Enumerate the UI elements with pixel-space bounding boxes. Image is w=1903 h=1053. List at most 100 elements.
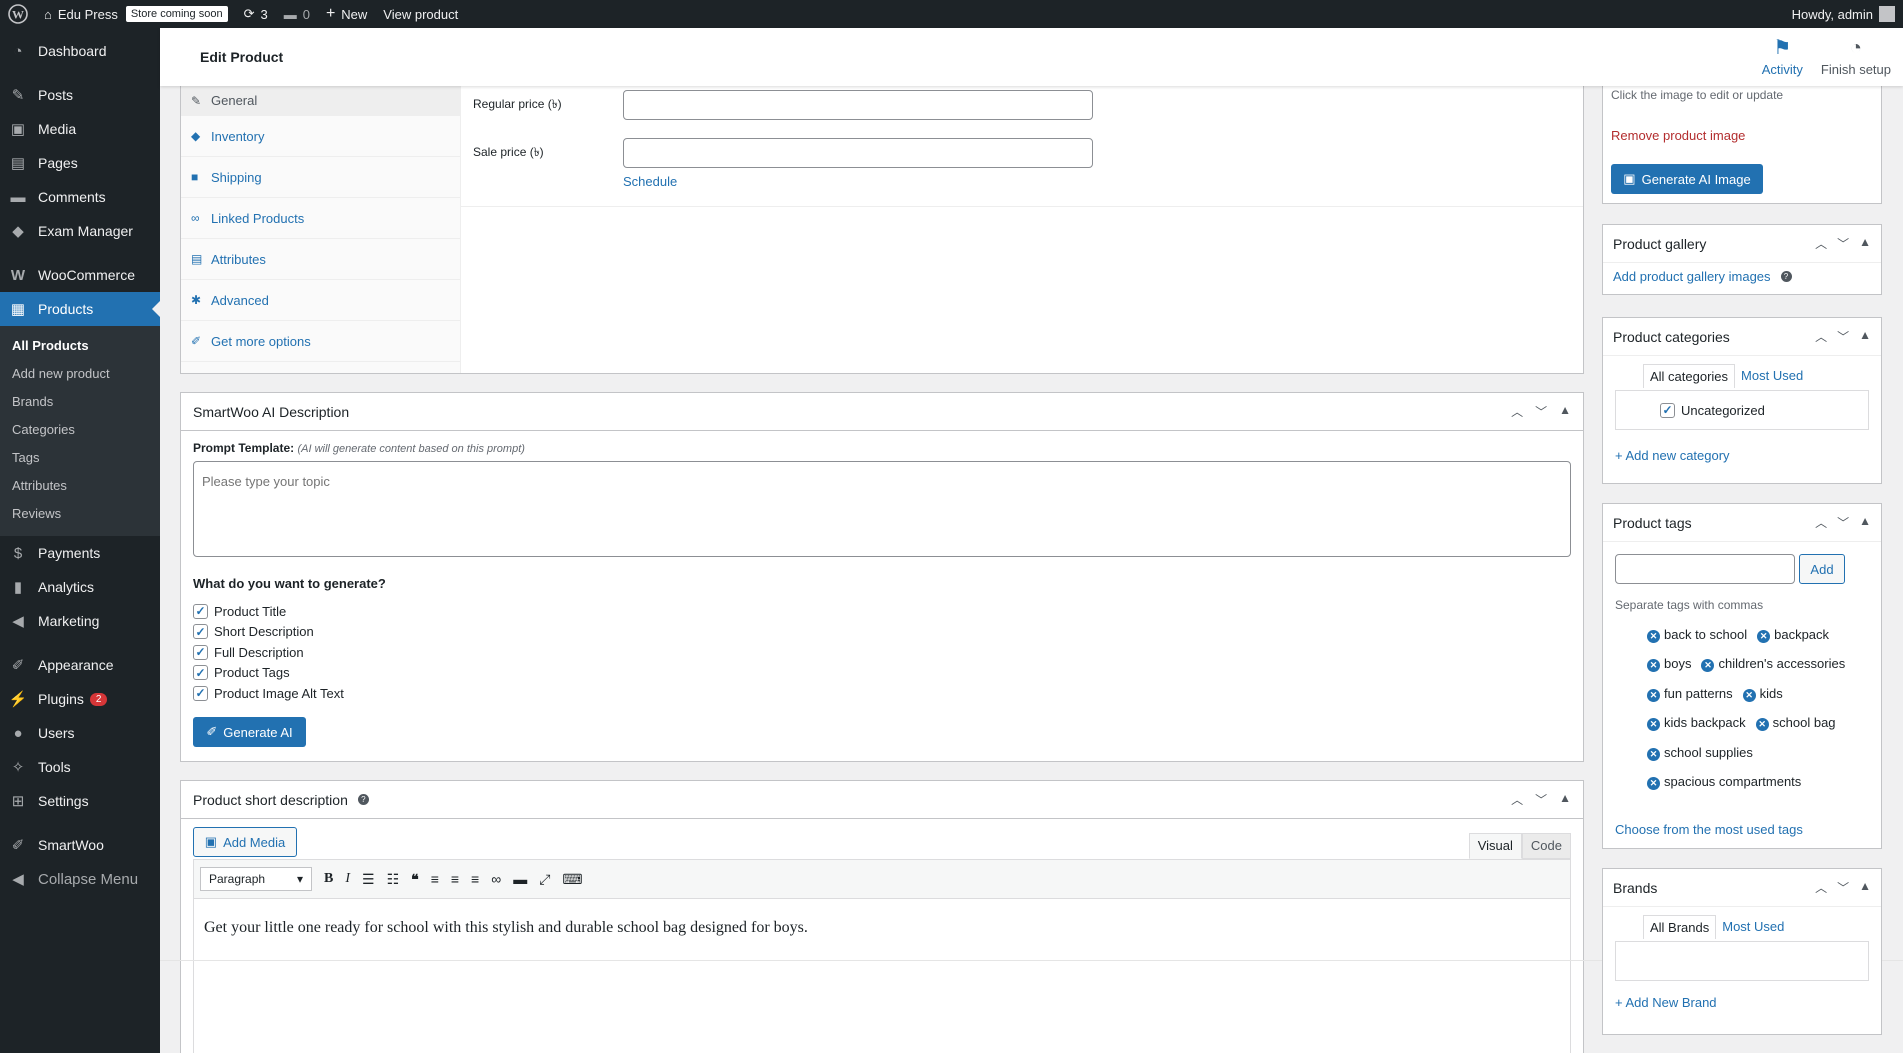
option-product-tags[interactable]: ✓ Product Tags <box>193 663 344 684</box>
site-name-link[interactable]: ⌂ Edu Press Store coming soon <box>36 0 236 28</box>
tab-most-used[interactable]: Most Used <box>1716 915 1790 939</box>
move-down-icon[interactable]: ﹀ <box>1837 879 1849 896</box>
sidebar-item-dashboard[interactable]: ◔ Dashboard <box>0 34 160 68</box>
toggle-panel-icon[interactable]: ▲ <box>1859 235 1871 252</box>
wordpress-logo-icon[interactable]: W <box>0 0 36 28</box>
sidebar-item-users[interactable]: ● Users <box>0 716 160 750</box>
remove-tag-icon[interactable]: ✕ <box>1757 629 1771 643</box>
sidebar-item-appearance[interactable]: ✐ Appearance <box>0 648 160 682</box>
toggle-panel-icon[interactable]: ▲ <box>1859 879 1871 896</box>
move-up-icon[interactable]: ︿ <box>1815 514 1827 531</box>
move-up-icon[interactable]: ︿ <box>1511 403 1523 420</box>
generate-ai-button[interactable]: ✐ Generate AI <box>193 717 306 747</box>
remove-tag-icon[interactable]: ✕ <box>1647 747 1660 761</box>
sidebar-item-marketing[interactable]: ◀ Marketing <box>0 604 160 638</box>
add-gallery-images-link[interactable]: Add product gallery images <box>1613 269 1771 284</box>
tag-input[interactable] <box>1615 554 1795 584</box>
submenu-reviews[interactable]: Reviews <box>0 500 160 528</box>
remove-tag-icon[interactable]: ✕ <box>1647 629 1660 643</box>
submenu-brands[interactable]: Brands <box>0 388 160 416</box>
submenu-all-products[interactable]: All Products <box>0 332 160 360</box>
sidebar-item-media[interactable]: ▣ Media <box>0 112 160 146</box>
remove-tag-icon[interactable]: ✕ <box>1647 718 1660 732</box>
move-down-icon[interactable]: ﹀ <box>1535 403 1547 420</box>
blockquote-icon[interactable]: ❝ <box>411 871 419 888</box>
view-product-link[interactable]: View product <box>375 0 466 28</box>
toggle-panel-icon[interactable]: ▲ <box>1859 328 1871 345</box>
submenu-add-new-product[interactable]: Add new product <box>0 360 160 388</box>
finish-setup-button[interactable]: ◔ Finish setup <box>1821 37 1891 77</box>
sale-price-input[interactable] <box>623 138 1093 168</box>
toggle-panel-icon[interactable]: ▲ <box>1559 403 1571 420</box>
toggle-panel-icon[interactable]: ▲ <box>1559 791 1571 808</box>
tab-code[interactable]: Code <box>1521 833 1571 859</box>
move-down-icon[interactable]: ﹀ <box>1837 514 1849 531</box>
checkbox-checked-icon[interactable]: ✓ <box>193 603 208 619</box>
tab-all-brands[interactable]: All Brands <box>1643 915 1717 939</box>
remove-tag-icon[interactable]: ✕ <box>1701 659 1715 673</box>
generate-ai-image-button[interactable]: ▣ Generate AI Image <box>1611 164 1763 194</box>
toggle-panel-icon[interactable]: ▲ <box>1859 514 1871 531</box>
sidebar-item-analytics[interactable]: ▮ Analytics <box>0 570 160 604</box>
collapse-menu-button[interactable]: ◀ Collapse Menu <box>0 862 160 896</box>
tab-get-more-options[interactable]: ✐ Get more options <box>181 321 460 362</box>
choose-tags-link[interactable]: Choose from the most used tags <box>1615 822 1803 837</box>
regular-price-input[interactable] <box>623 90 1093 120</box>
sidebar-item-tools[interactable]: ✧ Tools <box>0 750 160 784</box>
short-description-editor[interactable]: Get your little one ready for school wit… <box>193 899 1571 1053</box>
checkbox-checked-icon[interactable]: ✓ <box>193 685 208 701</box>
numbered-list-icon[interactable]: ☷ <box>387 871 400 888</box>
submenu-categories[interactable]: Categories <box>0 416 160 444</box>
sidebar-item-plugins[interactable]: ⚡ Plugins 2 <box>0 682 160 716</box>
tab-all-categories[interactable]: All categories <box>1643 364 1736 388</box>
sidebar-item-comments[interactable]: ▬ Comments <box>0 180 160 214</box>
sidebar-item-payments[interactable]: $ Payments <box>0 536 160 570</box>
sidebar-item-settings[interactable]: ⊞ Settings <box>0 784 160 818</box>
remove-tag-icon[interactable]: ✕ <box>1647 659 1660 673</box>
checkbox-checked-icon[interactable]: ✓ <box>193 624 208 640</box>
option-product-title[interactable]: ✓ Product Title <box>193 601 344 622</box>
checkbox-checked-icon[interactable]: ✓ <box>1660 402 1675 418</box>
sidebar-item-products[interactable]: ▦ Products <box>0 292 160 326</box>
align-center-icon[interactable]: ≡ <box>451 871 459 887</box>
comments-link[interactable]: ▬ 0 <box>276 0 318 28</box>
remove-image-link[interactable]: Remove product image <box>1611 128 1745 143</box>
option-full-description[interactable]: ✓ Full Description <box>193 642 344 663</box>
submenu-tags[interactable]: Tags <box>0 444 160 472</box>
tab-most-used[interactable]: Most Used <box>1735 364 1809 388</box>
remove-tag-icon[interactable]: ✕ <box>1755 718 1769 732</box>
fullscreen-icon[interactable]: ⤢ <box>539 871 550 888</box>
checkbox-checked-icon[interactable]: ✓ <box>193 644 208 660</box>
move-up-icon[interactable]: ︿ <box>1511 791 1523 808</box>
sidebar-item-smartwoo[interactable]: ✐ SmartWoo <box>0 828 160 862</box>
align-right-icon[interactable]: ≡ <box>471 871 479 887</box>
keyboard-icon[interactable]: ⌨ <box>562 871 582 888</box>
tab-advanced[interactable]: ✱ Advanced <box>181 280 460 321</box>
help-icon[interactable]: ? <box>1780 271 1792 282</box>
option-image-alt-text[interactable]: ✓ Product Image Alt Text <box>193 683 344 704</box>
checkbox-checked-icon[interactable]: ✓ <box>193 665 208 681</box>
add-brand-link[interactable]: + Add New Brand <box>1615 995 1717 1010</box>
help-icon[interactable]: ? <box>357 794 369 805</box>
italic-icon[interactable]: I <box>345 871 350 887</box>
submenu-attributes[interactable]: Attributes <box>0 472 160 500</box>
tab-shipping[interactable]: ■ Shipping <box>181 157 460 198</box>
move-down-icon[interactable]: ﹀ <box>1837 328 1849 345</box>
bullet-list-icon[interactable]: ☰ <box>362 871 375 888</box>
option-short-description[interactable]: ✓ Short Description <box>193 622 344 643</box>
updates-link[interactable]: ⟳ 3 <box>236 0 276 28</box>
tab-general[interactable]: ✎ General <box>181 86 460 116</box>
sidebar-item-pages[interactable]: ▤ Pages <box>0 146 160 180</box>
read-more-icon[interactable]: ▬ <box>513 871 527 887</box>
add-tag-button[interactable]: Add <box>1799 554 1845 584</box>
align-left-icon[interactable]: ≡ <box>431 871 439 887</box>
remove-tag-icon[interactable]: ✕ <box>1647 688 1660 702</box>
remove-tag-icon[interactable]: ✕ <box>1742 688 1756 702</box>
move-up-icon[interactable]: ︿ <box>1815 328 1827 345</box>
sidebar-item-posts[interactable]: ✎ Posts <box>0 78 160 112</box>
add-category-link[interactable]: + Add new category <box>1615 448 1730 463</box>
move-up-icon[interactable]: ︿ <box>1815 235 1827 252</box>
bold-icon[interactable]: B <box>324 871 333 887</box>
sidebar-item-exam-manager[interactable]: ◆ Exam Manager <box>0 214 160 248</box>
prompt-template-input[interactable] <box>193 461 1571 557</box>
